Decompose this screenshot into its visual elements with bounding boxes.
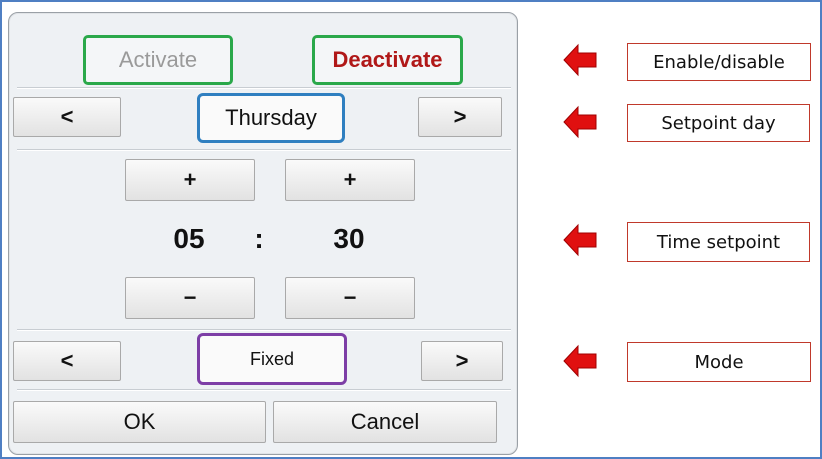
cancel-label: Cancel [350,409,420,434]
minus-icon: − [183,285,197,310]
ok-button[interactable]: OK [13,401,266,443]
chevron-right-icon: > [455,348,469,373]
minus-icon: − [343,285,357,310]
setpoint-day-value: Thursday [225,105,317,130]
chevron-left-icon: < [60,348,74,373]
minute-increment-button[interactable]: + [285,159,415,201]
activate-button[interactable]: Activate [83,35,233,85]
deactivate-label: Deactivate [332,47,443,72]
plus-icon: + [343,167,357,192]
mode-display: Fixed [197,333,347,385]
next-mode-button[interactable]: > [421,341,503,381]
separator-line [17,87,511,89]
ok-label: OK [123,409,156,434]
chevron-right-icon: > [453,104,467,129]
arrow-left-icon [563,43,597,77]
minute-decrement-button[interactable]: − [285,277,415,319]
arrow-left-icon [563,105,597,139]
mode-value: Fixed [249,348,294,369]
hour-increment-button[interactable]: + [125,159,255,201]
hour-decrement-button[interactable]: − [125,277,255,319]
deactivate-button[interactable]: Deactivate [312,35,463,85]
annotation-time-setpoint: Time setpoint [627,222,810,262]
previous-mode-button[interactable]: < [13,341,121,381]
schedule-dialog: Activate Deactivate < Thursday > + + 05 … [8,12,518,455]
next-day-button[interactable]: > [418,97,502,137]
chevron-left-icon: < [60,104,74,129]
separator-line [17,329,511,331]
hour-value: 05 [173,223,205,254]
annotation-mode: Mode [627,342,811,382]
plus-icon: + [183,167,197,192]
cancel-button[interactable]: Cancel [273,401,497,443]
annotation-enable-disable: Enable/disable [627,43,811,81]
arrow-left-icon [563,344,597,378]
activate-label: Activate [118,47,198,72]
arrow-left-icon [563,223,597,257]
separator-line [17,149,511,151]
time-separator: : [254,223,264,254]
minute-value: 30 [333,223,365,254]
setpoint-day-display: Thursday [197,93,345,143]
separator-line [17,389,511,391]
previous-day-button[interactable]: < [13,97,121,137]
annotation-setpoint-day: Setpoint day [627,104,810,142]
